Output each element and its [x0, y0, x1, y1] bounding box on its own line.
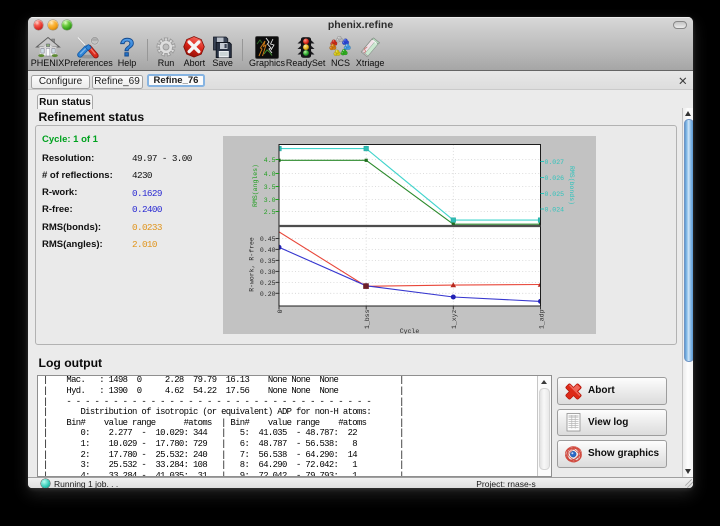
svg-text:0.25: 0.25 [259, 280, 275, 287]
svg-text:?: ? [119, 36, 134, 59]
svg-text:0.45: 0.45 [259, 236, 275, 243]
svg-text:0.025: 0.025 [544, 191, 564, 198]
svg-text:4.5: 4.5 [263, 157, 275, 164]
svg-text:0.20: 0.20 [259, 290, 275, 297]
svg-text:1_xyz: 1_xyz [451, 309, 458, 329]
svg-text:4.0: 4.0 [263, 171, 275, 178]
svg-text:0.027: 0.027 [544, 159, 564, 166]
svg-text:Cycle: Cycle [399, 328, 419, 334]
svg-text:0.40: 0.40 [259, 247, 275, 254]
svg-text:1_adp: 1_adp [538, 309, 545, 329]
svg-text:1_bss: 1_bss [364, 309, 371, 329]
svg-text:RMS(angles): RMS(angles) [252, 164, 259, 207]
svg-text:0.30: 0.30 [259, 269, 275, 276]
svg-text:2.5: 2.5 [263, 209, 275, 216]
svg-text:3.5: 3.5 [263, 184, 275, 191]
svg-text:0.35: 0.35 [259, 258, 275, 265]
svg-text:0.026: 0.026 [544, 175, 564, 182]
svg-text:0.024: 0.024 [544, 206, 564, 213]
svg-text:0: 0 [276, 309, 283, 313]
svg-text:RMS(bonds): RMS(bonds) [568, 165, 575, 204]
svg-text:3.0: 3.0 [263, 197, 275, 204]
svg-text:R-work, R-free: R-work, R-free [248, 237, 255, 292]
